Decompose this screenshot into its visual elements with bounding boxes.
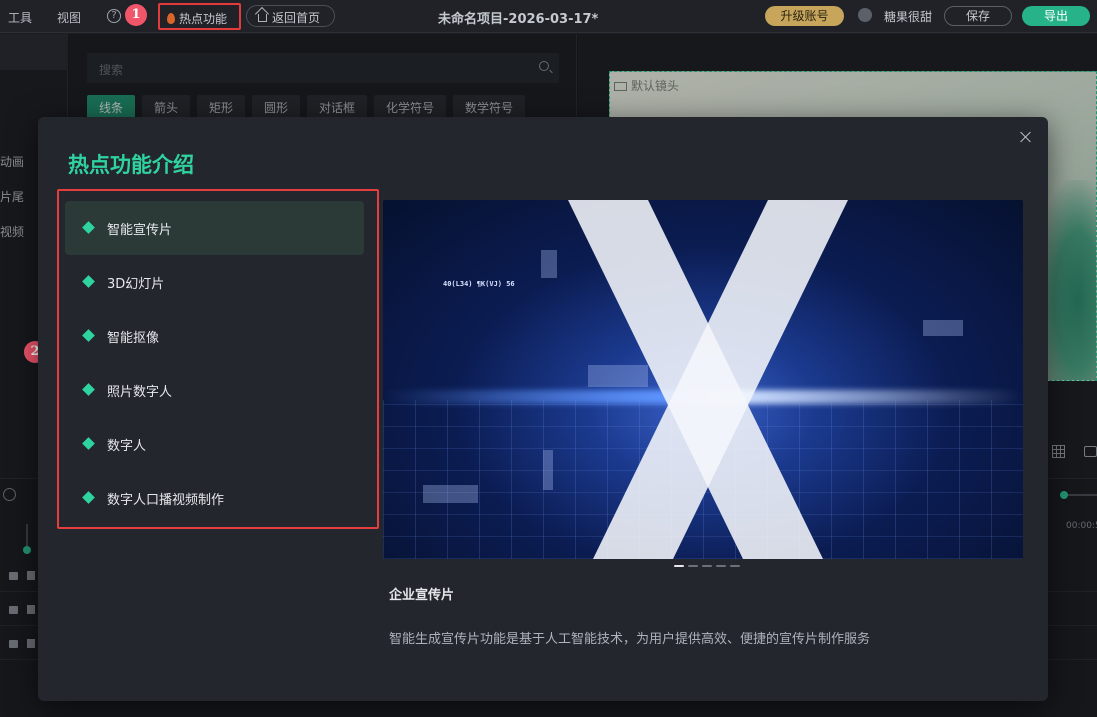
close-icon[interactable] [1020, 131, 1032, 143]
feature-list: 智能宣传片 3D幻灯片 智能抠像 照片数字人 数字人 数字人口播视频制作 [57, 189, 379, 529]
upgrade-account-button[interactable]: 升级账号 [765, 6, 844, 26]
project-title: 未命名项目-2026-03-17* [438, 12, 599, 27]
x-logo-shape [568, 200, 848, 559]
hot-features-button[interactable]: 热点功能 [158, 3, 241, 30]
feature-label: 智能抠像 [107, 331, 160, 346]
feature-label: 数字人 [107, 439, 147, 454]
feature-label: 数字人口播视频制作 [107, 493, 225, 508]
menu-tools[interactable]: 工具 [8, 9, 32, 26]
hot-features-modal: 热点功能介绍 智能宣传片 3D幻灯片 智能抠像 照片数字人 数字人 数字人口播视… [38, 117, 1048, 701]
step-marker-1: 1 [125, 4, 147, 26]
feature-item-digital-human[interactable]: 数字人 [65, 417, 364, 471]
feature-label: 3D幻灯片 [107, 277, 165, 292]
carousel-dot[interactable] [674, 565, 684, 567]
user-avatar-icon[interactable] [858, 8, 872, 22]
diamond-bullet-icon [82, 221, 95, 234]
home-icon [258, 14, 267, 22]
feature-item-smart-cutout[interactable]: 智能抠像 [65, 309, 364, 363]
feature-label: 照片数字人 [107, 385, 173, 400]
modal-title: 热点功能介绍 [68, 153, 194, 177]
diamond-bullet-icon [82, 383, 95, 396]
diamond-bullet-icon [82, 437, 95, 450]
feature-description-title: 企业宣传片 [389, 588, 455, 603]
carousel-dot[interactable] [688, 565, 698, 567]
back-home-label: 返回首页 [272, 11, 321, 25]
feature-item-digital-human-narration[interactable]: 数字人口播视频制作 [65, 471, 364, 525]
feature-preview-image: 40(L34) ¶K(VJ) 56 [383, 200, 1023, 559]
feature-item-photo-avatar[interactable]: 照片数字人 [65, 363, 364, 417]
diamond-bullet-icon [82, 329, 95, 342]
diamond-bullet-icon [82, 491, 95, 504]
feature-item-3d-slides[interactable]: 3D幻灯片 [65, 255, 364, 309]
save-button[interactable]: 保存 [944, 6, 1012, 26]
diamond-bullet-icon [82, 275, 95, 288]
username[interactable]: 糖果很甜 [884, 8, 932, 25]
carousel-dot[interactable] [702, 565, 712, 567]
carousel-dot[interactable] [730, 565, 740, 567]
export-button[interactable]: 导出 [1022, 6, 1090, 26]
flame-icon [167, 13, 175, 24]
carousel-dot[interactable] [716, 565, 726, 567]
top-bar: 工具 视图 ? 1 热点功能 返回首页 未命名项目-2026-03-17* 升级… [0, 0, 1097, 33]
menu-view[interactable]: 视图 [57, 9, 81, 26]
back-home-button[interactable]: 返回首页 [246, 5, 335, 27]
feature-label: 智能宣传片 [107, 223, 173, 238]
hot-features-label: 热点功能 [179, 12, 228, 26]
feature-description-body: 智能生成宣传片功能是基于人工智能技术，为用户提供高效、便捷的宣传片制作服务 [389, 632, 871, 647]
carousel-indicator [674, 565, 744, 569]
help-icon[interactable]: ? [107, 9, 121, 23]
feature-item-smart-promo[interactable]: 智能宣传片 [65, 201, 364, 255]
